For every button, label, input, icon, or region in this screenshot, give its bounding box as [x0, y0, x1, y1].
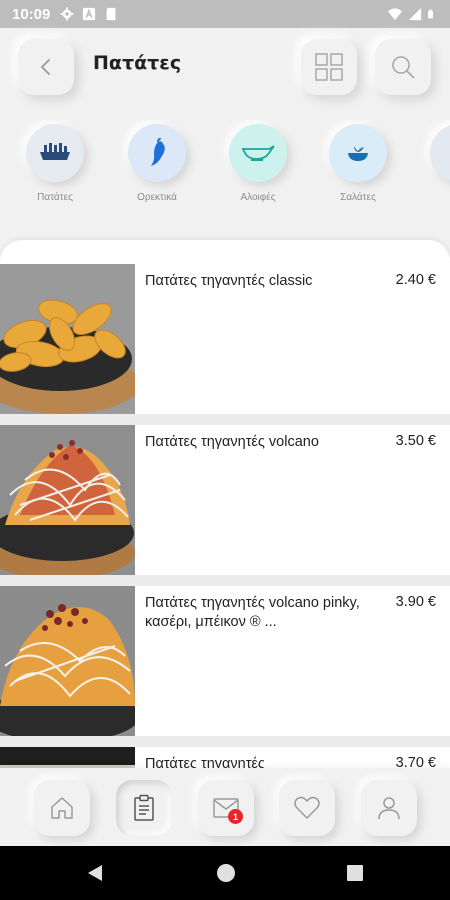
category-appetizers[interactable]: Ορεκτικά [112, 124, 202, 203]
battery-icon [428, 9, 433, 19]
status-bar: 10:09 [0, 0, 450, 28]
loaded-fries-bacon-photo [0, 586, 135, 736]
bottom-navigation: 1 [0, 768, 450, 846]
nav-menu-button[interactable] [116, 780, 172, 836]
category-label: Αλοιφές [240, 192, 276, 203]
category-fries[interactable]: Πατάτες [10, 124, 100, 203]
home-icon [51, 797, 73, 819]
category-spreads[interactable]: Αλοιφές [213, 124, 303, 203]
grid-icon [315, 53, 343, 81]
back-button[interactable] [18, 39, 74, 95]
product-name: Πατάτες τηγανητές classic [145, 273, 313, 289]
category-label: Τσ [414, 192, 450, 203]
settings-icon [60, 7, 74, 21]
heart-icon [294, 796, 320, 819]
product-price: 3.90 € [395, 594, 436, 610]
search-button[interactable] [375, 39, 431, 95]
category-more[interactable]: Τσ [414, 124, 450, 203]
product-name: Πατάτες τηγανητές volcano [145, 434, 319, 450]
category-label: Σαλάτες [340, 192, 376, 203]
sauce-boat-icon [241, 145, 275, 161]
recents-square-icon[interactable] [346, 864, 364, 882]
loaded-fries-photo [0, 425, 135, 575]
list-item[interactable]: Πατάτες τηγανητές volcano 3.50 € [0, 425, 450, 575]
nav-home-button[interactable] [34, 780, 90, 836]
app-header: Πατάτες [0, 28, 450, 110]
wedge-fries-photo [0, 264, 135, 414]
divider [0, 414, 450, 425]
cart-badge: 1 [228, 809, 243, 824]
category-salads[interactable]: Σαλάτες [313, 124, 403, 203]
grid-view-button[interactable] [301, 39, 357, 95]
text-icon [83, 7, 96, 21]
salad-bowl-icon [348, 146, 368, 161]
product-price: 3.50 € [395, 433, 436, 449]
nav-favorites-button[interactable] [279, 780, 335, 836]
nav-cart-button[interactable]: 1 [198, 780, 254, 836]
product-price: 2.40 € [395, 272, 436, 288]
user-icon [378, 797, 400, 820]
nav-profile-button[interactable] [361, 780, 417, 836]
product-list[interactable]: Πατάτες τηγανητές classic 2.40 € Πατάτες… [0, 240, 450, 800]
status-time: 10:09 [12, 5, 51, 23]
search-icon [392, 56, 415, 79]
sd-card-icon [107, 7, 116, 21]
product-name: Πατάτες τηγανητές volcano pinky, κασέρι,… [145, 595, 360, 630]
category-label: Ορεκτικά [137, 192, 177, 203]
category-label: Πατάτες [37, 192, 73, 203]
page-title: Πατάτες [93, 52, 182, 74]
fries-tray-icon [40, 143, 70, 160]
signal-icon [408, 7, 422, 21]
divider [0, 736, 450, 747]
system-navigation-bar [0, 846, 450, 900]
list-item[interactable]: Πατάτες τηγανητές volcano pinky, κασέρι,… [0, 586, 450, 736]
divider [0, 575, 450, 586]
wifi-icon [388, 8, 402, 21]
category-carousel[interactable]: Πατάτες Ορεκτικά Αλοιφές Σαλάτες Τσ [0, 120, 450, 220]
back-triangle-icon[interactable] [86, 863, 104, 883]
list-item[interactable]: Πατάτες τηγανητές classic 2.40 € [0, 264, 450, 414]
chevron-left-icon [40, 59, 50, 75]
clipboard-icon [134, 794, 154, 821]
home-circle-icon[interactable] [216, 863, 236, 883]
chili-pepper-icon [151, 138, 165, 166]
